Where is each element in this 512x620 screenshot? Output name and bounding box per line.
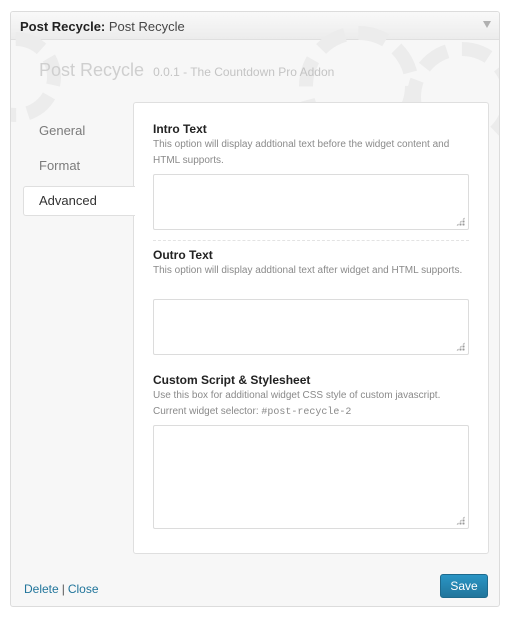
widget-selector-line: Current widget selector: #post-recycle-2 (153, 404, 469, 421)
widget-header[interactable]: Post Recycle: Post Recycle (11, 12, 499, 40)
intro-text-textarea[interactable] (153, 174, 469, 230)
collapse-toggle-icon[interactable] (483, 21, 491, 28)
advanced-settings-panel: Intro Text This option will display addt… (133, 102, 489, 554)
tab-format[interactable]: Format (23, 152, 135, 180)
widget-control-links: Delete | Close (24, 582, 99, 596)
link-separator: | (61, 582, 65, 596)
widget-title-prefix: Post Recycle: (20, 19, 106, 34)
plugin-name: Post Recycle (39, 60, 145, 80)
custom-script-field: Custom Script & Stylesheet Use this box … (153, 373, 469, 529)
tab-advanced[interactable]: Advanced (23, 186, 135, 216)
resize-handle-icon[interactable] (456, 342, 465, 351)
intro-text-field: Intro Text This option will display addt… (153, 122, 469, 230)
plugin-header: Post Recycle 0.0.1 - The Countdown Pro A… (39, 60, 334, 81)
delete-link[interactable]: Delete (24, 582, 59, 596)
custom-script-description: Use this box for additional widget CSS s… (153, 388, 469, 421)
resize-handle-icon[interactable] (456, 217, 465, 226)
widget-selector-label: Current widget selector: (153, 406, 259, 417)
outro-text-description: This option will display addtional text … (153, 265, 463, 276)
save-button[interactable]: Save (440, 574, 488, 598)
widget-title-name: Post Recycle (108, 19, 185, 34)
divider (153, 240, 469, 241)
custom-script-desc-text: Use this box for additional widget CSS s… (153, 390, 441, 401)
outro-text-label: Outro Text (153, 248, 213, 262)
intro-text-description: This option will display addtional text … (153, 139, 450, 166)
plugin-version: 0.0.1 - The Countdown Pro Addon (153, 65, 335, 79)
outro-text-textarea[interactable] (153, 299, 469, 355)
close-link[interactable]: Close (68, 582, 99, 596)
widget-selector-value: #post-recycle-2 (261, 407, 352, 418)
custom-script-label: Custom Script & Stylesheet (153, 373, 311, 387)
custom-script-textarea[interactable] (153, 425, 469, 529)
widget-container: Post Recycle: Post Recycle Post Recycle … (10, 11, 500, 607)
resize-handle-icon[interactable] (456, 516, 465, 525)
tab-general[interactable]: General (23, 117, 135, 145)
outro-text-field: Outro Text This option will display addt… (153, 248, 469, 355)
widget-title: Post Recycle: Post Recycle (20, 19, 185, 34)
intro-text-label: Intro Text (153, 122, 207, 136)
